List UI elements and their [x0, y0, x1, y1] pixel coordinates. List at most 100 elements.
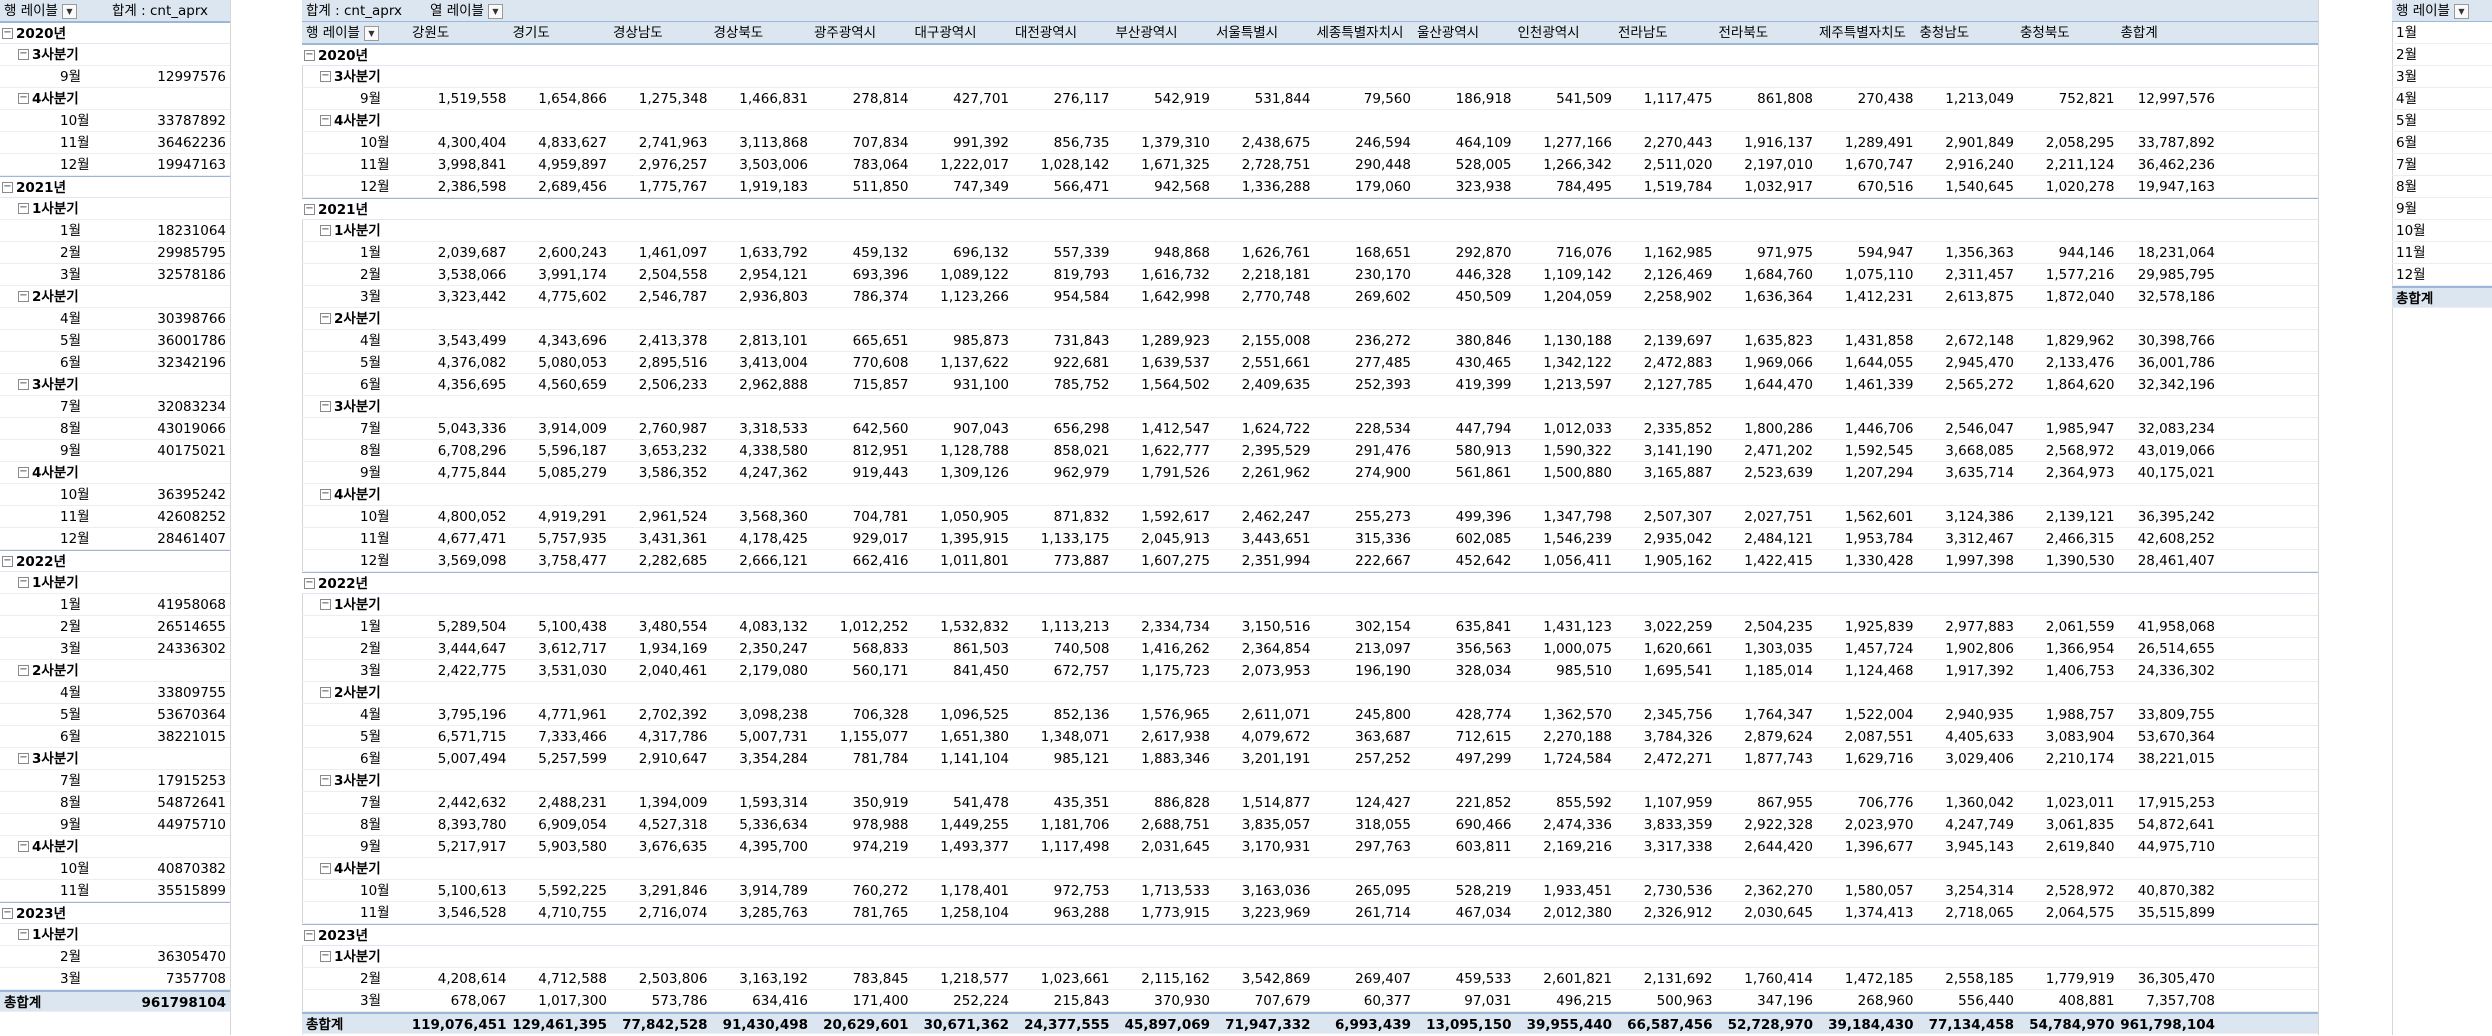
collapse-minus-icon[interactable]: −	[304, 49, 315, 61]
collapse-minus-icon[interactable]: −	[18, 92, 29, 104]
collapse-minus-icon[interactable]: −	[320, 862, 331, 874]
collapse-minus-icon[interactable]: −	[320, 686, 331, 698]
column-header[interactable]: 강원도	[412, 22, 509, 44]
column-header[interactable]: 부산광역시	[1116, 22, 1213, 44]
row-label: 5월	[60, 330, 81, 352]
column-header[interactable]: 대전광역시	[1015, 22, 1112, 44]
quarter-label: 4사분기	[32, 91, 79, 107]
value-cell: 54,872,641	[2137, 817, 2215, 833]
column-header[interactable]: 총합계	[2121, 22, 2218, 44]
value-cell: 3,612,717	[538, 641, 607, 657]
collapse-minus-icon[interactable]: −	[18, 48, 29, 60]
collapse-minus-icon[interactable]: −	[18, 576, 29, 588]
value-cell: 1,775,767	[638, 179, 708, 195]
column-header[interactable]: 대구광역시	[915, 22, 1012, 44]
value-cell: 3,991,174	[538, 267, 607, 283]
collapse-minus-icon[interactable]: −	[2, 555, 13, 567]
quarter-row: −3사분기	[302, 770, 2318, 792]
month-label: 4월	[360, 707, 382, 723]
value-cell: 30,398,766	[2137, 333, 2215, 349]
column-header[interactable]: 경상북도	[714, 22, 811, 44]
value-cell: 2,133,476	[2045, 355, 2115, 371]
collapse-minus-icon[interactable]: −	[320, 114, 331, 126]
collapse-minus-icon[interactable]: −	[2, 907, 13, 919]
value-cell: 40,175,021	[2137, 465, 2215, 481]
collapse-minus-icon[interactable]: −	[320, 400, 331, 412]
value-cell: 528,005	[1455, 157, 1512, 173]
value-cell: 2,718,065	[1945, 905, 2014, 921]
grand-total-row: 총합계 961798104	[0, 990, 230, 1012]
collapse-minus-icon[interactable]: −	[18, 378, 29, 390]
month-label: 9월	[2396, 201, 2418, 217]
collapse-minus-icon[interactable]: −	[18, 752, 29, 764]
dropdown-arrow-icon[interactable]: ▼	[487, 3, 503, 19]
column-header[interactable]: 경상남도	[613, 22, 710, 44]
dropdown-arrow-icon[interactable]: ▼	[2453, 3, 2469, 19]
collapse-minus-icon[interactable]: −	[304, 203, 315, 215]
value-cell: 4,771,961	[538, 707, 607, 723]
collapse-minus-icon[interactable]: −	[320, 70, 331, 82]
column-header[interactable]: 전라북도	[1719, 22, 1816, 44]
collapse-minus-icon[interactable]: −	[18, 928, 29, 940]
row-label-header: 행 레이블 ▼	[2396, 0, 2469, 22]
column-header[interactable]: 제주특별자치도	[1819, 22, 1916, 44]
value-cell: 430,465	[1455, 355, 1512, 371]
value-cell: 38,221,015	[2137, 751, 2215, 767]
row-label: −3사분기	[18, 44, 79, 66]
value-cell: 3,758,477	[538, 553, 607, 569]
quarter-label: 2사분기	[334, 311, 381, 327]
collapse-minus-icon[interactable]: −	[2, 27, 13, 39]
month-label: 12월	[360, 553, 390, 569]
row-label: 11월	[60, 132, 90, 154]
collapse-minus-icon[interactable]: −	[18, 466, 29, 478]
collapse-minus-icon[interactable]: −	[320, 774, 331, 786]
value-cell: 2,169,216	[1543, 839, 1612, 855]
collapse-minus-icon[interactable]: −	[304, 577, 315, 589]
collapse-minus-icon[interactable]: −	[320, 312, 331, 324]
collapse-minus-icon[interactable]: −	[320, 950, 331, 962]
collapse-minus-icon[interactable]: −	[2, 181, 13, 193]
column-header[interactable]: 전라남도	[1618, 22, 1715, 44]
grand-total-value: 20,629,601	[823, 1017, 909, 1033]
value-cell: 1,000,075	[1543, 641, 1612, 657]
value-cell: 5,007,494	[437, 751, 507, 767]
value-cell: 2,087,551	[1844, 729, 1914, 745]
value-cell: 3,165,887	[1643, 465, 1713, 481]
dropdown-arrow-icon[interactable]: ▼	[363, 25, 379, 41]
value-cell: 1,695,541	[1643, 663, 1713, 679]
value-cell: 3,113,868	[739, 135, 808, 151]
value-cell: 2,334,734	[1141, 619, 1210, 635]
value-cell: 783,845	[852, 971, 909, 987]
dropdown-arrow-icon[interactable]: ▼	[61, 3, 77, 19]
column-header[interactable]: 서울특별시	[1216, 22, 1313, 44]
column-header[interactable]: 세종특별자치시	[1317, 22, 1414, 44]
column-header[interactable]: 충청북도	[2020, 22, 2117, 44]
collapse-minus-icon[interactable]: −	[320, 488, 331, 500]
collapse-minus-icon[interactable]: −	[18, 290, 29, 302]
value-cell: 33809755	[157, 685, 226, 701]
value-cell: 1,336,288	[1241, 179, 1311, 195]
value-cell: 2,311,457	[1945, 267, 2014, 283]
quarter-row: −3사분기	[0, 748, 230, 770]
grand-total-value: 52,728,970	[1727, 1017, 1813, 1033]
collapse-minus-icon[interactable]: −	[18, 202, 29, 214]
collapse-minus-icon[interactable]: −	[18, 840, 29, 852]
value-cell: 2,741,963	[638, 135, 708, 151]
value-cell: 32342196	[157, 355, 226, 371]
month-label: 11월	[2396, 245, 2426, 261]
quarter-row: −2사분기	[0, 660, 230, 682]
column-header[interactable]: 인천광역시	[1518, 22, 1615, 44]
column-header[interactable]: 경기도	[513, 22, 610, 44]
value-cell: 4,317,786	[638, 729, 708, 745]
column-header[interactable]: 울산광역시	[1417, 22, 1514, 44]
value-cell: 245,800	[1355, 707, 1411, 723]
collapse-minus-icon[interactable]: −	[18, 664, 29, 676]
row-label: −4사분기	[18, 836, 79, 858]
value-cell: 5,217,917	[437, 839, 507, 855]
column-header[interactable]: 광주광역시	[814, 22, 911, 44]
year-row: −2020년	[302, 44, 2318, 66]
column-header[interactable]: 충청남도	[1920, 22, 2017, 44]
collapse-minus-icon[interactable]: −	[320, 598, 331, 610]
collapse-minus-icon[interactable]: −	[320, 224, 331, 236]
collapse-minus-icon[interactable]: −	[304, 929, 315, 941]
